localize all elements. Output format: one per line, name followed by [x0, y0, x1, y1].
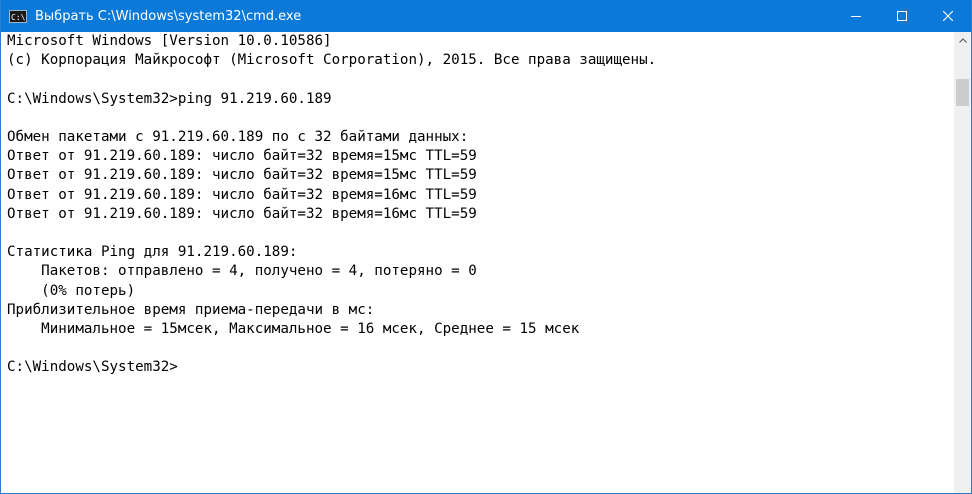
cmd-icon[interactable]: C:\	[9, 9, 27, 23]
console-line: Пакетов: отправлено = 4, получено = 4, п…	[7, 263, 477, 280]
console-line: Обмен пакетами с 91.219.60.189 по с 32 б…	[7, 129, 469, 146]
console-output[interactable]: Microsoft Windows [Version 10.0.10586] (…	[1, 32, 954, 493]
window-title: Выбрать C:\Windows\system32\cmd.exe	[35, 8, 302, 24]
close-button[interactable]	[925, 0, 971, 32]
console-line: (c) Корпорация Майкрософт (Microsoft Cor…	[7, 52, 657, 69]
console-line: Ответ от 91.219.60.189: число байт=32 вр…	[7, 167, 477, 184]
scroll-thumb[interactable]	[956, 79, 969, 106]
close-icon	[943, 11, 953, 21]
minimize-icon	[851, 16, 861, 17]
console-text[interactable]: Microsoft Windows [Version 10.0.10586] (…	[1, 32, 954, 378]
maximize-button[interactable]	[879, 0, 925, 32]
console-line: Ответ от 91.219.60.189: число байт=32 вр…	[7, 186, 477, 203]
console-line: Ответ от 91.219.60.189: число байт=32 вр…	[7, 205, 477, 222]
console-line: Минимальное = 15мсек, Максимальное = 16 …	[7, 321, 580, 338]
console-line: C:\Windows\System32>	[7, 359, 178, 376]
minimize-button[interactable]	[833, 0, 879, 32]
console-line: Ответ от 91.219.60.189: число байт=32 вр…	[7, 148, 477, 165]
scroll-up-button[interactable]	[954, 32, 971, 49]
vertical-scrollbar[interactable]	[954, 32, 971, 493]
console-line: C:\Windows\System32>ping 91.219.60.189	[7, 90, 332, 107]
console-line: Microsoft Windows [Version 10.0.10586]	[7, 33, 332, 49]
scroll-up-icon	[958, 38, 967, 43]
console-line: Приблизительное время приема-передачи в …	[7, 301, 375, 318]
window-controls	[833, 0, 971, 32]
cmd-window: C:\ Выбрать C:\Windows\system32\cmd.exe	[0, 0, 972, 494]
console-line: (0% потерь)	[7, 282, 136, 299]
maximize-icon	[897, 11, 907, 21]
title-bar[interactable]: C:\ Выбрать C:\Windows\system32\cmd.exe	[1, 0, 971, 32]
console-line: Статистика Ping для 91.219.60.189:	[7, 244, 298, 261]
